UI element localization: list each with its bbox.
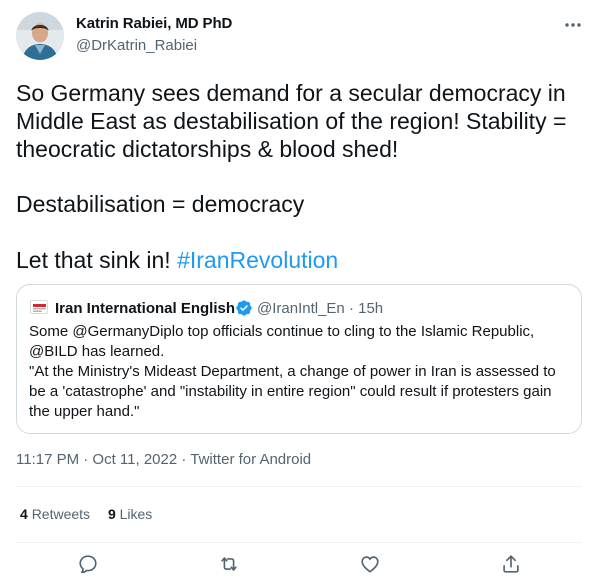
tweet: Katrin Rabiei, MD PhD @DrKatrin_Rabiei S… <box>0 0 598 588</box>
likes-count: 9 <box>107 506 116 522</box>
author-name[interactable]: Katrin Rabiei, MD PhD <box>76 15 232 32</box>
tweet-meta: 11:17 PM · Oct 11, 2022 · Twitter for An… <box>16 451 311 468</box>
likes-label: Likes <box>119 506 153 522</box>
tweet-text-line: Let that sink in! #IranRevolution <box>16 246 338 275</box>
tweet-timestamp[interactable]: 11:17 PM · Oct 11, 2022 · <box>16 451 190 468</box>
like-button[interactable] <box>357 551 383 577</box>
retweets-stat[interactable]: 4 Retweets <box>20 506 90 522</box>
quoted-text-line: @BILD has learned. <box>29 343 165 360</box>
hashtag-link[interactable]: #IranRevolution <box>177 247 338 273</box>
divider <box>16 542 582 543</box>
quoted-tweet[interactable]: Iran International English @IranIntl_En … <box>16 284 582 434</box>
avatar-photo <box>16 12 64 60</box>
iran-international-logo <box>33 304 46 312</box>
share-icon <box>503 555 519 573</box>
retweet-button[interactable] <box>216 551 242 577</box>
tweet-text-line: So Germany sees demand for a secular dem… <box>16 80 566 106</box>
tweet-text-line: theocratic dictatorships & blood shed! <box>16 136 399 162</box>
tweet-source[interactable]: Twitter for Android <box>190 451 311 468</box>
retweets-label: Retweets <box>31 506 91 522</box>
quoted-avatar <box>30 300 48 314</box>
tweet-text-line: Middle East as destabilisation of the re… <box>16 108 567 134</box>
quoted-text-line: the upper hand." <box>29 403 140 420</box>
retweet-icon <box>221 557 237 571</box>
tweet-text-segment: Let that sink in! <box>16 247 178 273</box>
share-button[interactable] <box>498 551 524 577</box>
avatar[interactable] <box>16 12 64 60</box>
quoted-handle-time: @IranIntl_En · 15h <box>257 300 384 317</box>
quoted-text-line: Some @GermanyDiplo top officials continu… <box>29 323 535 340</box>
verified-icon <box>236 300 252 316</box>
quoted-author-name: Iran International English <box>55 300 236 317</box>
tweet-stats: 4 Retweets 9 Likes <box>20 506 166 522</box>
author-handle[interactable]: @DrKatrin_Rabiei <box>76 37 197 54</box>
divider <box>16 486 582 487</box>
more-icon <box>565 23 581 27</box>
quoted-text-line: "At the Ministry's Mideast Department, a… <box>29 363 556 380</box>
retweets-count: 4 <box>20 506 28 522</box>
tweet-text-line: Destabilisation = democracy <box>16 191 305 217</box>
more-button[interactable] <box>560 14 586 36</box>
like-icon <box>361 556 379 573</box>
reply-icon <box>79 555 97 574</box>
reply-button[interactable] <box>75 551 101 577</box>
likes-stat[interactable]: 9 Likes <box>108 506 152 522</box>
quoted-text-line: be a 'catastrophe' and "instability in e… <box>29 383 552 400</box>
